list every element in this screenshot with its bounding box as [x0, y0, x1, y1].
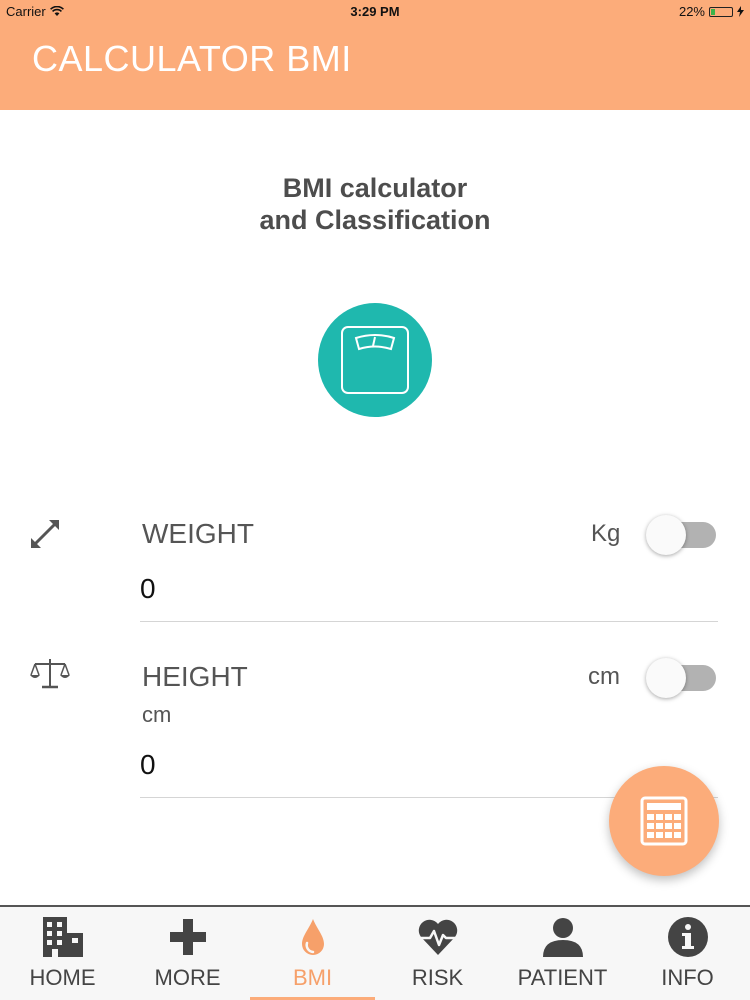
bottom-tab-bar: HOME MORE BMI RISK PATIENT INFO: [0, 905, 750, 1000]
person-icon: [543, 918, 583, 957]
buildings-icon: [43, 917, 83, 957]
status-right: 22%: [679, 4, 744, 19]
tab-risk[interactable]: RISK: [375, 907, 500, 1000]
height-sublabel: cm: [142, 702, 172, 727]
battery-percent: 22%: [678, 4, 705, 19]
tab-patient[interactable]: PATIENT: [500, 907, 625, 1000]
tab-label: BMI: [292, 965, 333, 990]
bathroom-scale-icon: [318, 303, 432, 417]
weight-unit-toggle[interactable]: [646, 515, 718, 555]
app-title: CALCULATOR BMI: [32, 38, 352, 79]
battery-icon: [709, 6, 733, 17]
balance-scale-icon: [30, 656, 70, 692]
page-heading: BMI calculator and Classification: [0, 172, 750, 236]
battery-fill: [711, 8, 715, 15]
heading-line1: BMI calculator: [282, 173, 468, 203]
charging-bolt-icon: [737, 6, 744, 17]
weight-label: WEIGHT: [142, 518, 254, 549]
weight-input[interactable]: 0: [140, 573, 156, 605]
info-icon: [668, 917, 708, 957]
height-label: HEIGHT: [142, 661, 248, 692]
toggle-knob: [646, 515, 686, 555]
expand-arrows-icon: [27, 516, 63, 552]
toggle-knob: [646, 658, 686, 698]
status-bar: Carrier 3:29 PM 22%: [0, 0, 750, 22]
status-time: 3:29 PM: [350, 4, 400, 19]
weight-underline: [140, 621, 718, 622]
calculator-icon: [640, 796, 688, 846]
calculate-button[interactable]: [609, 766, 719, 876]
tab-more[interactable]: MORE: [125, 907, 250, 1000]
plus-icon: [170, 919, 206, 955]
tab-label: RISK: [411, 965, 464, 990]
height-input[interactable]: 0: [140, 749, 156, 781]
heart-pulse-icon: [418, 919, 458, 955]
weight-unit-label: Kg: [591, 520, 621, 547]
height-unit-label: cm: [588, 663, 620, 690]
tab-home[interactable]: HOME: [0, 907, 125, 1000]
tab-label: MORE: [154, 965, 221, 990]
tab-bmi[interactable]: BMI: [250, 907, 375, 1000]
tab-label: INFO: [661, 965, 714, 990]
drop-icon: [302, 919, 324, 955]
tab-label: PATIENT: [517, 965, 608, 990]
heading-line2: and Classification: [259, 205, 491, 235]
height-unit-toggle[interactable]: [646, 658, 718, 698]
tab-info[interactable]: INFO: [625, 907, 750, 1000]
app-bar: CALCULATOR BMI: [0, 22, 750, 110]
tab-label: HOME: [29, 965, 96, 990]
